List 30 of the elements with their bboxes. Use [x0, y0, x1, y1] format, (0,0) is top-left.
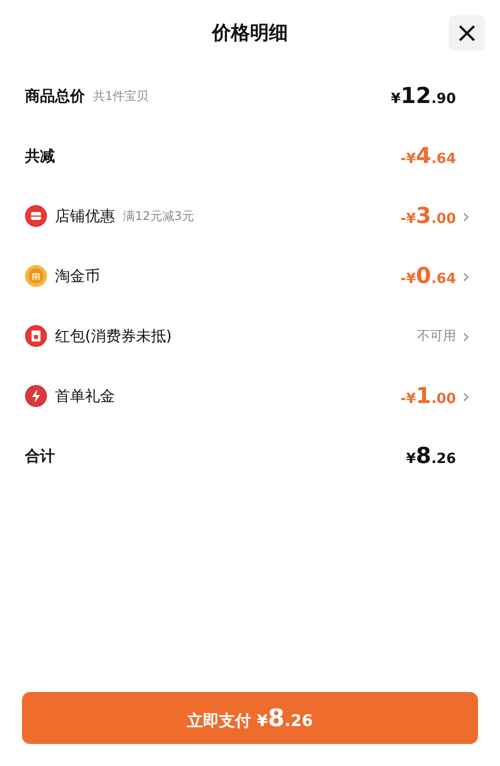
row-note: 共1件宝贝 — [93, 88, 149, 104]
coin-icon — [25, 265, 47, 287]
row-amount: -¥4.64 — [400, 144, 456, 168]
row-amount: -¥0.64 — [400, 264, 456, 288]
discount-row[interactable]: 红包(消费券未抵) 不可用 › — [25, 306, 500, 366]
row-label: 首单礼金 — [55, 386, 115, 406]
sheet-title: 价格明细 — [212, 21, 288, 46]
chevron-icon: › — [456, 324, 484, 348]
row-amount: ¥8.26 — [406, 444, 456, 468]
row-amount: ¥12.90 — [390, 84, 456, 108]
row-label: 淘金币 — [55, 266, 100, 286]
chevron-icon: › — [456, 384, 484, 408]
row-amount: -¥1.00 — [400, 384, 456, 408]
envelope-icon — [25, 325, 47, 347]
discount-row[interactable]: 首单礼金 -¥1.00 › — [25, 366, 500, 426]
row-label: 红包(消费券未抵) — [55, 326, 172, 346]
chevron-icon: › — [456, 264, 484, 288]
row-label: 商品总价 — [25, 86, 85, 106]
close-button[interactable]: × — [449, 15, 485, 51]
row-note: 满12元减3元 — [123, 208, 194, 224]
row-amount: 不可用 — [417, 328, 456, 345]
row-amount: -¥3.00 — [400, 204, 456, 228]
discount-row[interactable]: 淘金币 -¥0.64 › — [25, 246, 500, 306]
lightning-icon — [25, 385, 47, 407]
discount-row[interactable]: 店铺优惠 满12元减3元 -¥3.00 › — [25, 186, 500, 246]
row-label: 共减 — [25, 146, 55, 166]
chevron-icon: › — [456, 204, 484, 228]
store-icon — [25, 205, 47, 227]
row-label: 合计 — [25, 446, 55, 466]
row-label: 店铺优惠 — [55, 206, 115, 226]
